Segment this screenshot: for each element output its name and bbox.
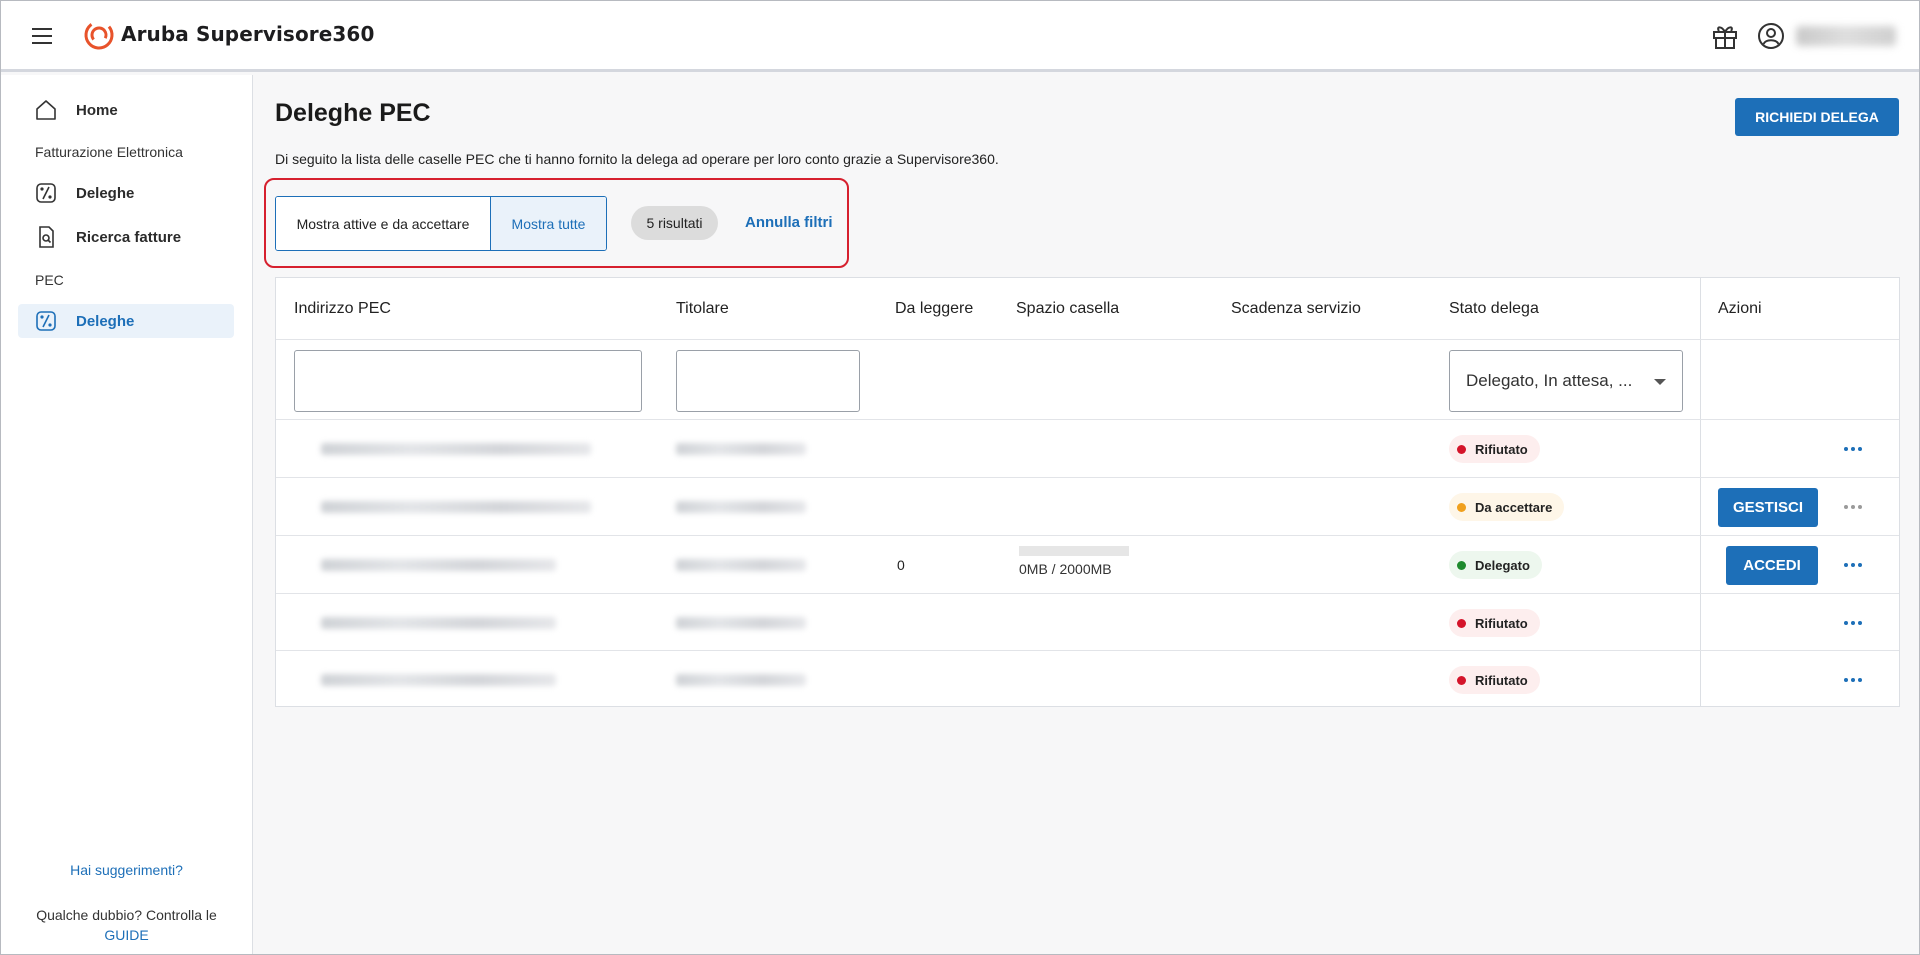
request-delegation-button[interactable]: RICHIEDI DELEGA xyxy=(1735,98,1899,136)
filter-active-button[interactable]: Mostra attive e da accettare xyxy=(276,197,491,250)
pec-address-redacted xyxy=(321,559,556,571)
status-label: Rifiutato xyxy=(1475,615,1528,631)
owner-redacted xyxy=(676,617,806,629)
pec-address-redacted xyxy=(321,674,556,686)
owner-redacted xyxy=(676,501,806,513)
sidebar-item-label: Deleghe xyxy=(76,184,135,202)
sidebar-item-label: Home xyxy=(76,101,118,119)
status-dot-icon xyxy=(1457,502,1466,512)
more-options-icon[interactable] xyxy=(1841,495,1865,519)
caret-down-icon xyxy=(1654,379,1666,385)
username-redacted[interactable] xyxy=(1796,26,1896,46)
status-dot-icon xyxy=(1457,618,1466,628)
pec-filter-input[interactable] xyxy=(294,350,642,412)
table-row: Rifiutato xyxy=(276,651,1899,708)
owner-redacted xyxy=(676,674,806,686)
filter-all-button[interactable]: Mostra tutte xyxy=(491,197,606,250)
user-circle-icon[interactable] xyxy=(1756,21,1786,51)
hamburger-icon[interactable] xyxy=(32,25,54,47)
table-row: Da accettare GESTISCI xyxy=(276,478,1899,535)
pec-address-redacted xyxy=(321,617,556,629)
more-options-icon[interactable] xyxy=(1841,553,1865,577)
status-label: Rifiutato xyxy=(1475,441,1528,457)
gift-icon[interactable] xyxy=(1710,21,1740,51)
status-dot-icon xyxy=(1457,444,1466,454)
status-label: Rifiutato xyxy=(1475,672,1528,688)
status-dot-icon xyxy=(1457,560,1466,570)
guide-link[interactable]: GUIDE xyxy=(104,927,148,943)
status-badge: Rifiutato xyxy=(1449,609,1540,637)
status-filter-value: Delegato, In attesa, ... xyxy=(1466,371,1633,390)
status-label: Delegato xyxy=(1475,557,1530,573)
pec-address-redacted xyxy=(321,501,591,513)
status-label: Da accettare xyxy=(1475,499,1553,515)
clear-filters-link[interactable]: Annulla filtri xyxy=(745,214,833,231)
status-filter-select[interactable]: Delegato, In attesa, ... xyxy=(1449,350,1683,412)
sidebar-item-ricerca-fatture[interactable]: Ricerca fatture xyxy=(18,220,234,254)
status-dot-icon xyxy=(1457,675,1466,685)
section-fatturazione: Fatturazione Elettronica xyxy=(35,144,183,160)
owner-filter-input[interactable] xyxy=(676,350,860,412)
sidebar-item-fe-deleghe[interactable]: Deleghe xyxy=(18,176,234,210)
invoice-search-icon xyxy=(39,226,54,248)
delegation-icon xyxy=(36,183,56,203)
more-options-icon[interactable] xyxy=(1841,611,1865,635)
app-title: Aruba Supervisore360 xyxy=(121,22,375,46)
status-badge: Delegato xyxy=(1449,551,1542,579)
access-button[interactable]: ACCEDI xyxy=(1726,546,1818,585)
column-header-space: Spazio casella xyxy=(1016,300,1120,317)
column-header-unread: Da leggere xyxy=(895,300,974,317)
sidebar-item-label: Deleghe xyxy=(76,312,135,330)
owner-redacted xyxy=(676,443,806,455)
help-text: Qualche dubbio? Controlla le GUIDE xyxy=(20,905,233,945)
manage-button[interactable]: GESTISCI xyxy=(1718,488,1818,527)
more-options-icon[interactable] xyxy=(1841,668,1865,692)
mailbox-space-label: 0MB / 2000MB xyxy=(1019,561,1112,577)
table-row: Rifiutato xyxy=(276,594,1899,651)
status-badge: Da accettare xyxy=(1449,493,1565,521)
delegations-table: Indirizzo PEC Titolare Da leggere Spazio… xyxy=(275,277,1900,707)
table-row: Rifiutato xyxy=(276,420,1899,477)
filter-segmented-control: Mostra attive e da accettare Mostra tutt… xyxy=(275,196,607,251)
sidebar-item-home[interactable]: Home xyxy=(18,93,234,127)
column-header-pec: Indirizzo PEC xyxy=(294,300,391,317)
column-header-expiry: Scadenza servizio xyxy=(1231,300,1361,317)
help-prefix: Qualche dubbio? Controlla le xyxy=(36,907,217,923)
home-icon xyxy=(36,100,56,120)
top-bar: Aruba Supervisore360 xyxy=(0,0,1920,72)
delegation-icon xyxy=(36,311,56,331)
sidebar: Home Fatturazione Elettronica Deleghe Ri… xyxy=(0,75,253,955)
header-divider xyxy=(276,339,1899,340)
column-header-actions: Azioni xyxy=(1718,300,1762,317)
unread-count: 0 xyxy=(897,557,905,573)
status-badge: Rifiutato xyxy=(1449,435,1540,463)
column-header-status: Stato delega xyxy=(1449,300,1539,317)
table-row: 0 0MB / 2000MB Delegato ACCEDI xyxy=(276,536,1899,593)
column-header-owner: Titolare xyxy=(676,300,729,317)
more-options-icon[interactable] xyxy=(1841,437,1865,461)
mailbox-space-bar xyxy=(1019,546,1129,556)
pec-address-redacted xyxy=(321,443,591,455)
feedback-link[interactable]: Hai suggerimenti? xyxy=(0,862,253,878)
intro-text: Di seguito la lista delle caselle PEC ch… xyxy=(275,151,999,167)
owner-redacted xyxy=(676,559,806,571)
section-pec: PEC xyxy=(35,272,64,288)
sidebar-item-pec-deleghe[interactable]: Deleghe xyxy=(18,304,234,338)
aruba-logo-icon xyxy=(84,20,114,50)
page-title: Deleghe PEC xyxy=(275,99,431,127)
status-badge: Rifiutato xyxy=(1449,666,1540,694)
results-count-badge: 5 risultati xyxy=(631,206,718,240)
sidebar-item-label: Ricerca fatture xyxy=(76,228,182,246)
